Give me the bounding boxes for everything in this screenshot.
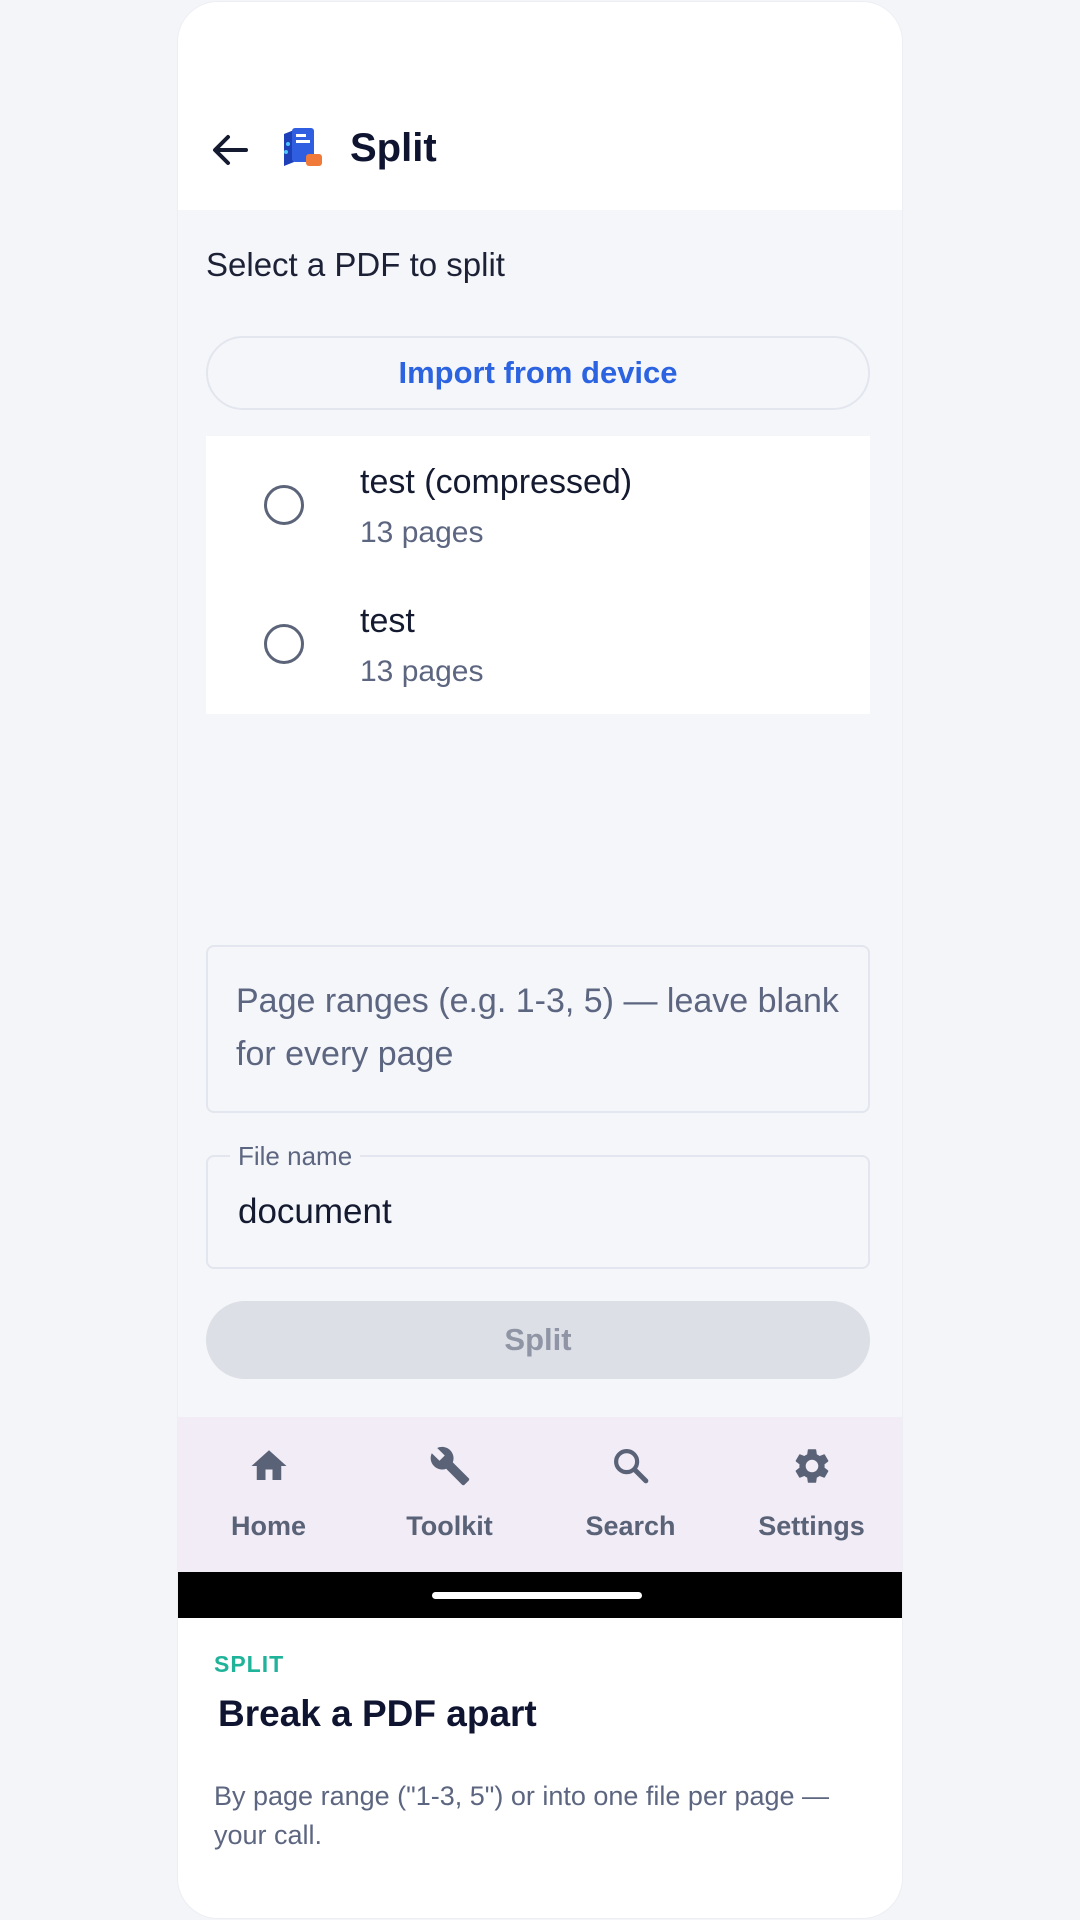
radio-button[interactable]: [264, 485, 304, 525]
radio-button[interactable]: [264, 624, 304, 664]
feature-headline: Break a PDF apart: [218, 1693, 537, 1734]
page-ranges-input[interactable]: [236, 975, 846, 1087]
import-from-device-button[interactable]: Import from device: [206, 336, 870, 410]
page-count: 13 pages: [360, 655, 484, 688]
nav-label: Settings: [758, 1511, 865, 1541]
wrench-icon: [430, 1446, 470, 1486]
gesture-bar: [178, 1572, 902, 1618]
nav-item-settings[interactable]: Settings: [721, 1417, 902, 1572]
app-bar: Split: [178, 2, 902, 210]
split-pdf-logo-icon: [284, 128, 322, 166]
back-arrow-icon[interactable]: [208, 128, 252, 172]
home-indicator[interactable]: [432, 1592, 642, 1599]
list-item[interactable]: test 13 pages: [206, 575, 870, 714]
list-item[interactable]: test (compressed) 13 pages: [206, 436, 870, 575]
app-screen: Split Select a PDF to split Import from …: [178, 2, 902, 1618]
gear-icon: [795, 1449, 829, 1483]
nav-item-toolkit[interactable]: Toolkit: [359, 1417, 540, 1572]
split-button[interactable]: Split: [206, 1301, 870, 1379]
file-name: test: [360, 602, 415, 640]
search-icon: [614, 1449, 649, 1484]
file-name-label: File name: [230, 1141, 361, 1171]
file-name: test (compressed): [360, 463, 633, 501]
nav-label: Search: [585, 1511, 676, 1541]
nav-item-home[interactable]: Home: [178, 1417, 359, 1572]
bottom-navigation: Home Toolkit Search Settings: [178, 1417, 902, 1572]
file-name-field: File name: [206, 1141, 870, 1269]
pdf-file-list: test (compressed) 13 pages test 13 pages: [206, 436, 870, 714]
page-count: 13 pages: [360, 516, 484, 549]
nav-item-search[interactable]: Search: [540, 1417, 721, 1572]
nav-label: Toolkit: [406, 1511, 493, 1541]
phone-card: Split Select a PDF to split Import from …: [178, 2, 902, 1918]
page-title: Split: [350, 126, 437, 170]
home-icon: [251, 1450, 287, 1480]
select-pdf-prompt: Select a PDF to split: [206, 246, 505, 283]
page-ranges-field: [206, 945, 870, 1113]
nav-label: Home: [230, 1511, 306, 1541]
feature-description: By page range ("1-3, 5") or into one fil…: [214, 1781, 830, 1850]
feature-eyebrow: SPLIT: [214, 1651, 285, 1677]
file-name-input[interactable]: [238, 1187, 838, 1237]
